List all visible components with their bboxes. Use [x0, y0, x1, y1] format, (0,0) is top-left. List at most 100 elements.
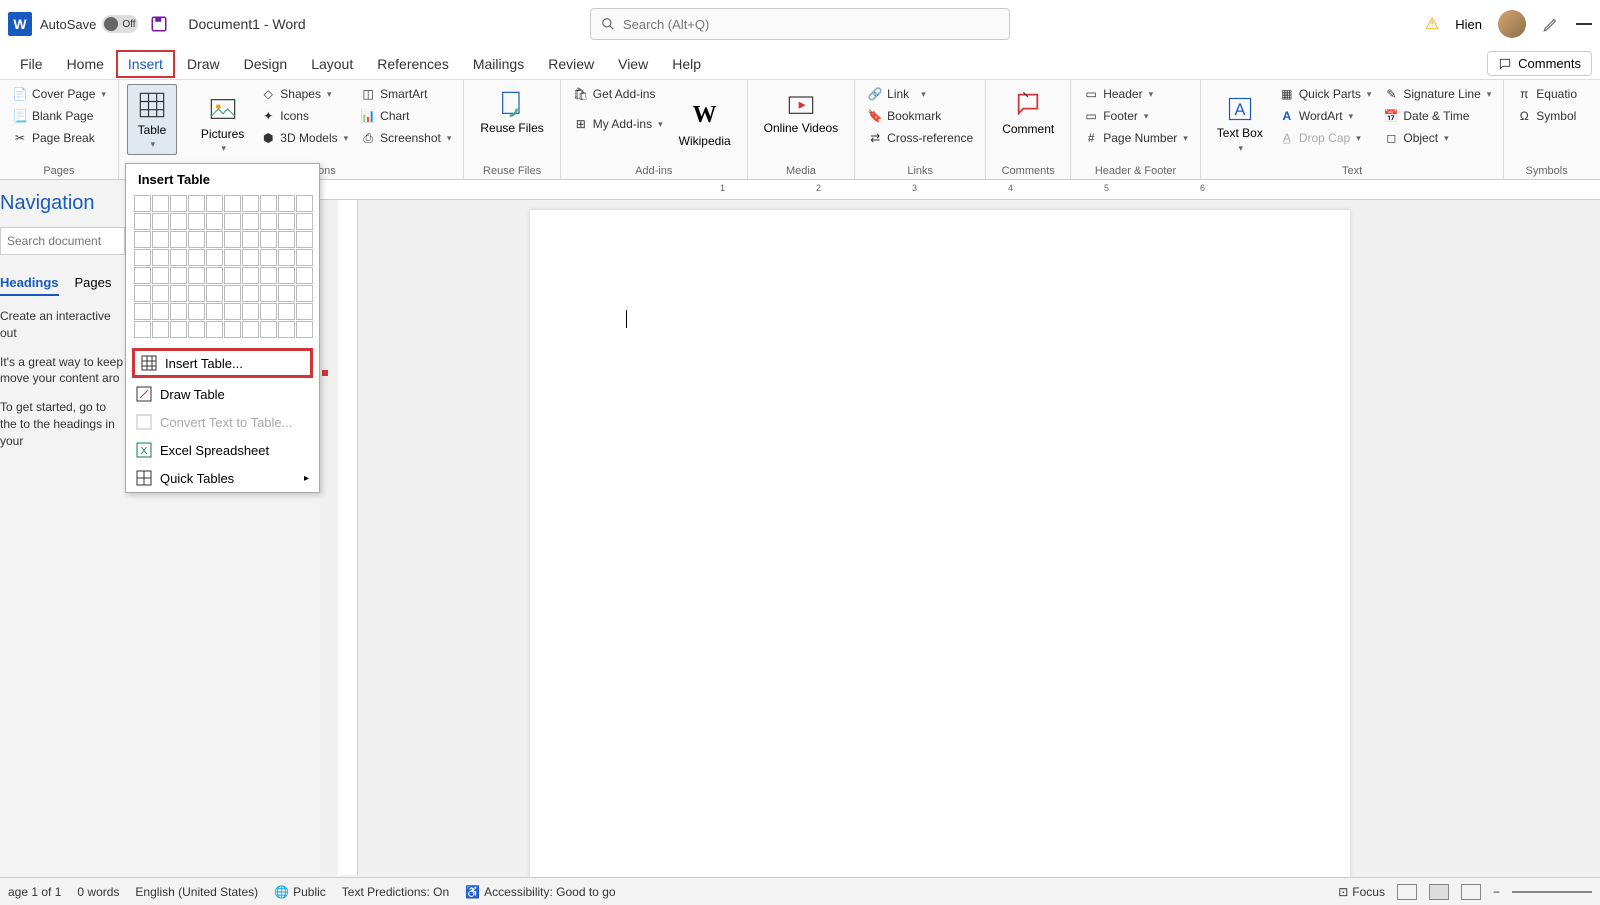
draw-table-menu-item[interactable]: Draw Table — [126, 380, 319, 408]
table-grid-cell[interactable] — [260, 213, 277, 230]
date-time-button[interactable]: 📅Date & Time — [1379, 106, 1495, 126]
screenshot-button[interactable]: ⎙Screenshot▾ — [356, 128, 455, 148]
link-button[interactable]: 🔗Link▾ — [863, 84, 977, 104]
table-grid-cell[interactable] — [278, 285, 295, 302]
table-grid-cell[interactable] — [242, 321, 259, 338]
table-grid-cell[interactable] — [170, 195, 187, 212]
table-grid-cell[interactable] — [170, 303, 187, 320]
table-grid-cell[interactable] — [152, 303, 169, 320]
zoom-slider[interactable] — [1512, 891, 1592, 893]
table-grid-cell[interactable] — [242, 213, 259, 230]
table-grid-cell[interactable] — [242, 249, 259, 266]
reuse-files-button[interactable]: Reuse Files — [472, 84, 551, 139]
online-videos-button[interactable]: Online Videos — [756, 84, 847, 139]
comments-button[interactable]: Comments — [1487, 51, 1592, 76]
tab-view[interactable]: View — [606, 50, 660, 78]
pictures-button[interactable]: Pictures ▾ — [193, 84, 252, 163]
table-grid-cell[interactable] — [206, 249, 223, 266]
table-grid-cell[interactable] — [134, 267, 151, 284]
nav-tab-pages[interactable]: Pages — [75, 271, 112, 296]
smartart-button[interactable]: ◫SmartArt — [356, 84, 455, 104]
table-grid-cell[interactable] — [278, 321, 295, 338]
comment-button[interactable]: Comment — [994, 84, 1062, 140]
table-button[interactable]: Table ▾ — [127, 84, 177, 155]
autosave-toggle[interactable]: AutoSave Off — [40, 15, 138, 33]
table-grid-cell[interactable] — [152, 195, 169, 212]
table-grid-cell[interactable] — [188, 249, 205, 266]
table-grid-cell[interactable] — [188, 267, 205, 284]
tab-review[interactable]: Review — [536, 50, 606, 78]
signature-line-button[interactable]: ✎Signature Line▾ — [1379, 84, 1495, 104]
page-number-button[interactable]: #Page Number▾ — [1079, 128, 1192, 148]
table-grid-cell[interactable] — [260, 195, 277, 212]
quick-tables-menu-item[interactable]: Quick Tables ▸ — [126, 464, 319, 492]
get-addins-button[interactable]: 🛍Get Add-ins — [569, 84, 667, 104]
table-grid-cell[interactable] — [260, 321, 277, 338]
page-break-button[interactable]: ✂Page Break — [8, 128, 110, 148]
table-grid-cell[interactable] — [296, 249, 313, 266]
table-grid-cell[interactable] — [260, 231, 277, 248]
table-grid-cell[interactable] — [152, 249, 169, 266]
table-grid-cell[interactable] — [206, 231, 223, 248]
tab-insert[interactable]: Insert — [116, 50, 175, 78]
pen-icon[interactable] — [1542, 15, 1560, 33]
zoom-out-button[interactable]: − — [1493, 885, 1500, 899]
page-indicator[interactable]: age 1 of 1 — [8, 885, 61, 899]
table-grid-cell[interactable] — [278, 267, 295, 284]
table-grid-cell[interactable] — [242, 231, 259, 248]
tab-help[interactable]: Help — [660, 50, 713, 78]
table-grid-cell[interactable] — [278, 213, 295, 230]
accessibility-indicator[interactable]: ♿Accessibility: Good to go — [465, 885, 615, 899]
warning-icon[interactable]: ⚠ — [1425, 14, 1439, 34]
table-grid-cell[interactable] — [206, 213, 223, 230]
table-grid-cell[interactable] — [152, 213, 169, 230]
shapes-button[interactable]: ◇Shapes▾ — [256, 84, 352, 104]
document-page[interactable] — [530, 210, 1350, 890]
wikipedia-button[interactable]: W Wikipedia — [671, 84, 739, 163]
table-grid-cell[interactable] — [260, 267, 277, 284]
tab-layout[interactable]: Layout — [299, 50, 365, 78]
table-grid-cell[interactable] — [296, 321, 313, 338]
table-grid-cell[interactable] — [170, 231, 187, 248]
table-grid-cell[interactable] — [206, 321, 223, 338]
table-grid-cell[interactable] — [296, 303, 313, 320]
nav-tab-headings[interactable]: Headings — [0, 271, 59, 296]
minimize-button[interactable] — [1576, 23, 1592, 25]
table-grid-cell[interactable] — [242, 267, 259, 284]
table-grid-cell[interactable] — [224, 267, 241, 284]
public-indicator[interactable]: 🌐Public — [274, 885, 326, 899]
table-grid-cell[interactable] — [206, 303, 223, 320]
user-avatar[interactable] — [1498, 10, 1526, 38]
print-layout-button[interactable] — [1429, 884, 1449, 900]
tab-mailings[interactable]: Mailings — [461, 50, 536, 78]
cross-reference-button[interactable]: ⇄Cross-reference — [863, 128, 977, 148]
table-grid-cell[interactable] — [242, 303, 259, 320]
chart-button[interactable]: 📊Chart — [356, 106, 455, 126]
table-grid-cell[interactable] — [170, 285, 187, 302]
table-grid-cell[interactable] — [206, 195, 223, 212]
table-grid-cell[interactable] — [278, 249, 295, 266]
insert-table-menu-item[interactable]: Insert Table... — [132, 348, 313, 378]
read-mode-button[interactable] — [1397, 884, 1417, 900]
web-layout-button[interactable] — [1461, 884, 1481, 900]
3d-models-button[interactable]: ⬢3D Models▾ — [256, 128, 352, 148]
table-grid[interactable] — [126, 195, 319, 346]
table-grid-cell[interactable] — [206, 267, 223, 284]
table-grid-cell[interactable] — [152, 267, 169, 284]
search-box[interactable] — [590, 8, 1010, 40]
table-grid-cell[interactable] — [152, 285, 169, 302]
table-grid-cell[interactable] — [242, 285, 259, 302]
table-grid-cell[interactable] — [188, 213, 205, 230]
symbol-button[interactable]: ΩSymbol — [1512, 106, 1581, 126]
my-addins-button[interactable]: ⊞My Add-ins▾ — [569, 114, 667, 134]
save-icon[interactable] — [150, 15, 168, 33]
table-grid-cell[interactable] — [224, 231, 241, 248]
table-grid-cell[interactable] — [170, 213, 187, 230]
text-predictions[interactable]: Text Predictions: On — [342, 885, 449, 899]
table-grid-cell[interactable] — [224, 249, 241, 266]
table-grid-cell[interactable] — [224, 285, 241, 302]
text-box-button[interactable]: A Text Box▾ — [1209, 84, 1271, 163]
horizontal-ruler[interactable]: 1 2 3 4 5 6 — [320, 180, 1600, 200]
table-grid-cell[interactable] — [206, 285, 223, 302]
table-grid-cell[interactable] — [278, 231, 295, 248]
